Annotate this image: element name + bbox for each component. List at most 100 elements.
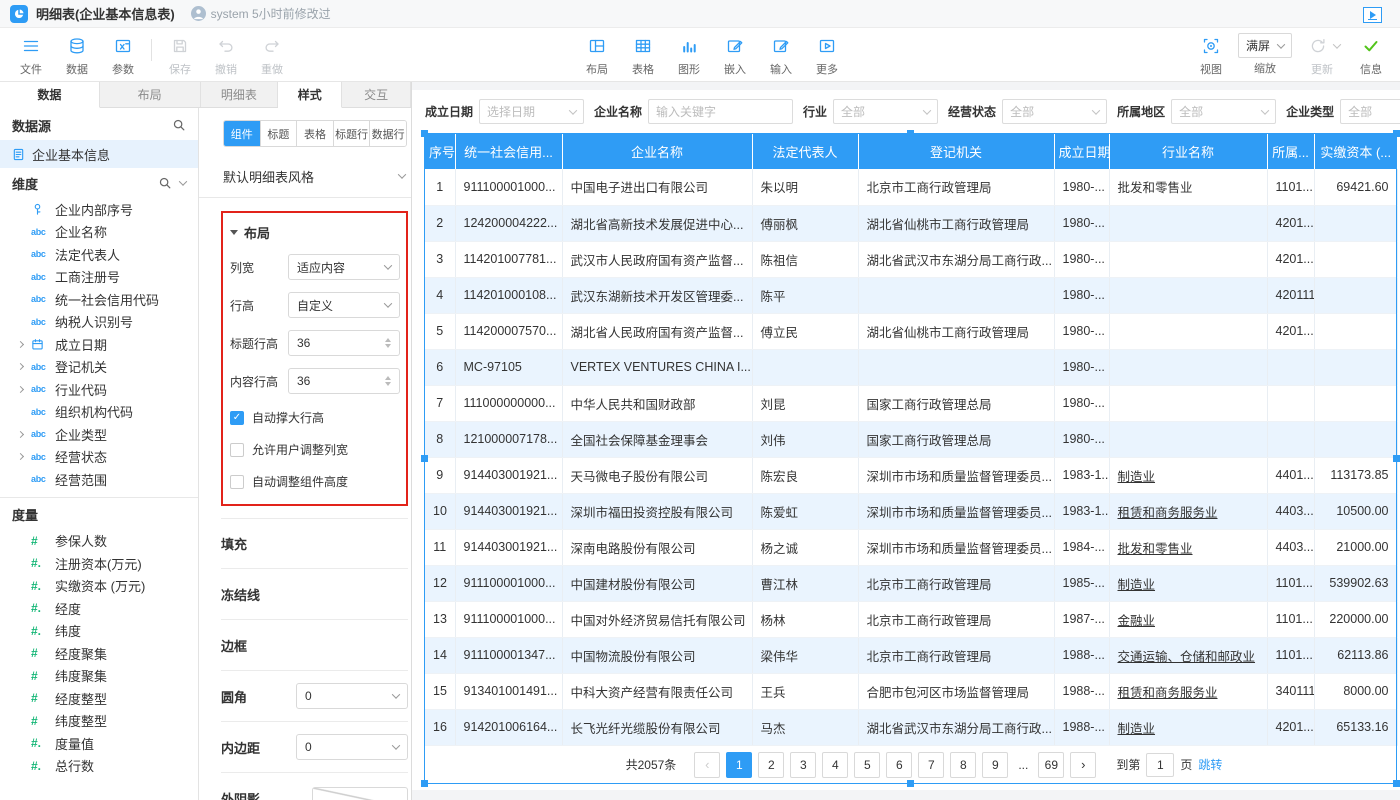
toolbar-table-button[interactable]: 表格 bbox=[620, 33, 666, 77]
page-button-4[interactable]: 4 bbox=[822, 752, 848, 778]
measure-field-item[interactable]: #.经度 bbox=[0, 597, 198, 620]
layout-section-header[interactable]: 布局 bbox=[223, 223, 400, 242]
toolbar-params-button[interactable]: 参数 bbox=[100, 33, 146, 77]
measure-field-item[interactable]: #.注册资本(万元) bbox=[0, 552, 198, 575]
style-section-内边距[interactable]: 内边距0 bbox=[221, 722, 408, 773]
toolbar-info-button[interactable]: 信息 bbox=[1348, 33, 1394, 77]
page-button-9[interactable]: 9 bbox=[982, 752, 1008, 778]
toolbar-save-button[interactable]: 保存 bbox=[157, 33, 203, 77]
filter-成立日期-control[interactable]: 选择日期 bbox=[479, 99, 584, 124]
toolbar-embed-button[interactable]: 嵌入 bbox=[712, 33, 758, 77]
checkbox-icon[interactable]: ✓ bbox=[230, 411, 244, 425]
filter-所属地区-control[interactable]: 全部 bbox=[1171, 99, 1276, 124]
checkbox-允许用户调整列宽[interactable]: 允许用户调整列宽 bbox=[223, 441, 400, 458]
goto-page-input[interactable]: 1 bbox=[1146, 753, 1174, 777]
dimension-field-item[interactable]: abc纳税人识别号 bbox=[0, 311, 198, 334]
header-row-height-input[interactable]: 36 bbox=[288, 330, 400, 356]
spinner-arrows-icon[interactable] bbox=[385, 338, 391, 348]
checkbox-自动调整组件高度[interactable]: 自动调整组件高度 bbox=[223, 473, 400, 490]
圆角-select[interactable]: 0 bbox=[296, 683, 408, 709]
expand-arrow-icon[interactable] bbox=[18, 387, 31, 392]
chevron-down-icon[interactable] bbox=[179, 177, 187, 185]
spinner-arrows-icon[interactable] bbox=[385, 376, 391, 386]
measure-field-item[interactable]: #.度量值 bbox=[0, 732, 198, 755]
filter-企业名称-control[interactable]: 输入关键字 bbox=[648, 99, 793, 124]
dimension-field-item[interactable]: abc企业名称 bbox=[0, 221, 198, 244]
column-header-0[interactable]: 序号 bbox=[425, 133, 455, 169]
search-icon[interactable] bbox=[158, 176, 172, 190]
toolbar-refresh-button[interactable]: 更新 bbox=[1296, 33, 1348, 77]
dimension-field-item[interactable]: abc行业代码 bbox=[0, 378, 198, 401]
page-button-69[interactable]: 69 bbox=[1038, 752, 1064, 778]
dimension-field-item[interactable]: abc经营范围 bbox=[0, 468, 198, 491]
prev-page-button[interactable]: ‹ bbox=[694, 752, 720, 778]
filter-企业类型-control[interactable]: 全部 bbox=[1340, 99, 1400, 124]
checkbox-icon[interactable] bbox=[230, 443, 244, 457]
goto-jump-button[interactable]: 跳转 bbox=[1198, 756, 1222, 773]
dimension-field-item[interactable]: abc统一社会信用代码 bbox=[0, 288, 198, 311]
dimension-field-item[interactable]: abc企业类型 bbox=[0, 423, 198, 446]
segment-表格[interactable]: 表格 bbox=[297, 121, 334, 146]
toolbar-data-button[interactable]: 数据 bbox=[54, 33, 100, 77]
page-button-1[interactable]: 1 bbox=[726, 752, 752, 778]
dimension-field-item[interactable]: abc组织机构代码 bbox=[0, 401, 198, 424]
toolbar-file-button[interactable]: 文件 bbox=[8, 33, 54, 77]
segment-组件[interactable]: 组件 bbox=[224, 121, 261, 146]
checkbox-icon[interactable] bbox=[230, 475, 244, 489]
expand-arrow-icon[interactable] bbox=[18, 342, 31, 347]
chevron-down-icon[interactable] bbox=[1332, 40, 1340, 48]
column-header-3[interactable]: 法定代表人 bbox=[752, 133, 858, 169]
style-section-填充[interactable]: 填充 bbox=[221, 518, 408, 569]
col-width-select[interactable]: 适应内容 bbox=[288, 254, 400, 280]
next-page-button[interactable]: › bbox=[1070, 752, 1096, 778]
page-button-8[interactable]: 8 bbox=[950, 752, 976, 778]
segment-数据行[interactable]: 数据行 bbox=[370, 121, 406, 146]
内边距-select[interactable]: 0 bbox=[296, 734, 408, 760]
toolbar-chart-button[interactable]: 图形 bbox=[666, 33, 712, 77]
measure-field-item[interactable]: #.实缴资本 (万元) bbox=[0, 575, 198, 598]
expand-arrow-icon[interactable] bbox=[18, 454, 31, 459]
dimension-field-item[interactable]: abc法定代表人 bbox=[0, 243, 198, 266]
segment-标题[interactable]: 标题 bbox=[261, 121, 298, 146]
dimension-field-item[interactable]: 企业内部序号 bbox=[0, 198, 198, 221]
page-button-2[interactable]: 2 bbox=[758, 752, 784, 778]
zoom-level-dropdown[interactable]: 满屏 bbox=[1238, 33, 1292, 58]
detail-table-component[interactable]: 成立日期选择日期企业名称输入关键字行业全部经营状态全部所属地区全部企业类型全部 … bbox=[412, 90, 1400, 790]
tab-样式[interactable]: 样式 bbox=[278, 82, 342, 108]
filter-经营状态-control[interactable]: 全部 bbox=[1002, 99, 1107, 124]
expand-arrow-icon[interactable] bbox=[18, 364, 31, 369]
dimension-field-item[interactable]: abc经营状态 bbox=[0, 446, 198, 469]
tab-明细表[interactable]: 明细表 bbox=[201, 82, 279, 107]
column-header-4[interactable]: 登记机关 bbox=[858, 133, 1054, 169]
style-section-外阴影[interactable]: 外阴影 bbox=[221, 773, 408, 800]
column-header-7[interactable]: 所属... bbox=[1267, 133, 1314, 169]
page-button-6[interactable]: 6 bbox=[886, 752, 912, 778]
page-button-3[interactable]: 3 bbox=[790, 752, 816, 778]
style-section-边框[interactable]: 边框 bbox=[221, 620, 408, 671]
column-header-2[interactable]: 企业名称 bbox=[562, 133, 752, 169]
preview-play-button[interactable] bbox=[1363, 7, 1382, 23]
measure-field-item[interactable]: #经度整型 bbox=[0, 687, 198, 710]
toolbar-input-button[interactable]: 输入 bbox=[758, 33, 804, 77]
column-header-8[interactable]: 实缴资本 (... bbox=[1314, 133, 1397, 169]
dimension-field-item[interactable]: abc登记机关 bbox=[0, 356, 198, 379]
tab-布局[interactable]: 布局 bbox=[100, 82, 201, 107]
tab-数据[interactable]: 数据 bbox=[0, 82, 100, 108]
expand-arrow-icon[interactable] bbox=[18, 432, 31, 437]
style-section-冻结线[interactable]: 冻结线 bbox=[221, 569, 408, 620]
measure-field-item[interactable]: #参保人数 bbox=[0, 530, 198, 553]
measure-field-item[interactable]: #经度聚集 bbox=[0, 642, 198, 665]
measure-field-item[interactable]: #纬度整型 bbox=[0, 710, 198, 733]
measure-field-item[interactable]: #.纬度 bbox=[0, 620, 198, 643]
datasource-item[interactable]: 企业基本信息 bbox=[0, 140, 198, 168]
column-header-6[interactable]: 行业名称 bbox=[1109, 133, 1267, 169]
shadow-picker[interactable] bbox=[312, 787, 408, 800]
filter-行业-control[interactable]: 全部 bbox=[833, 99, 938, 124]
toolbar-more-button[interactable]: 更多 bbox=[804, 33, 850, 77]
toolbar-undo-button[interactable]: 撤销 bbox=[203, 33, 249, 77]
segment-标题行[interactable]: 标题行 bbox=[334, 121, 371, 146]
page-button-5[interactable]: 5 bbox=[854, 752, 880, 778]
tab-交互[interactable]: 交互 bbox=[342, 82, 411, 107]
column-header-5[interactable]: 成立日期 bbox=[1054, 133, 1109, 169]
checkbox-自动撑大行高[interactable]: ✓自动撑大行高 bbox=[223, 409, 400, 426]
